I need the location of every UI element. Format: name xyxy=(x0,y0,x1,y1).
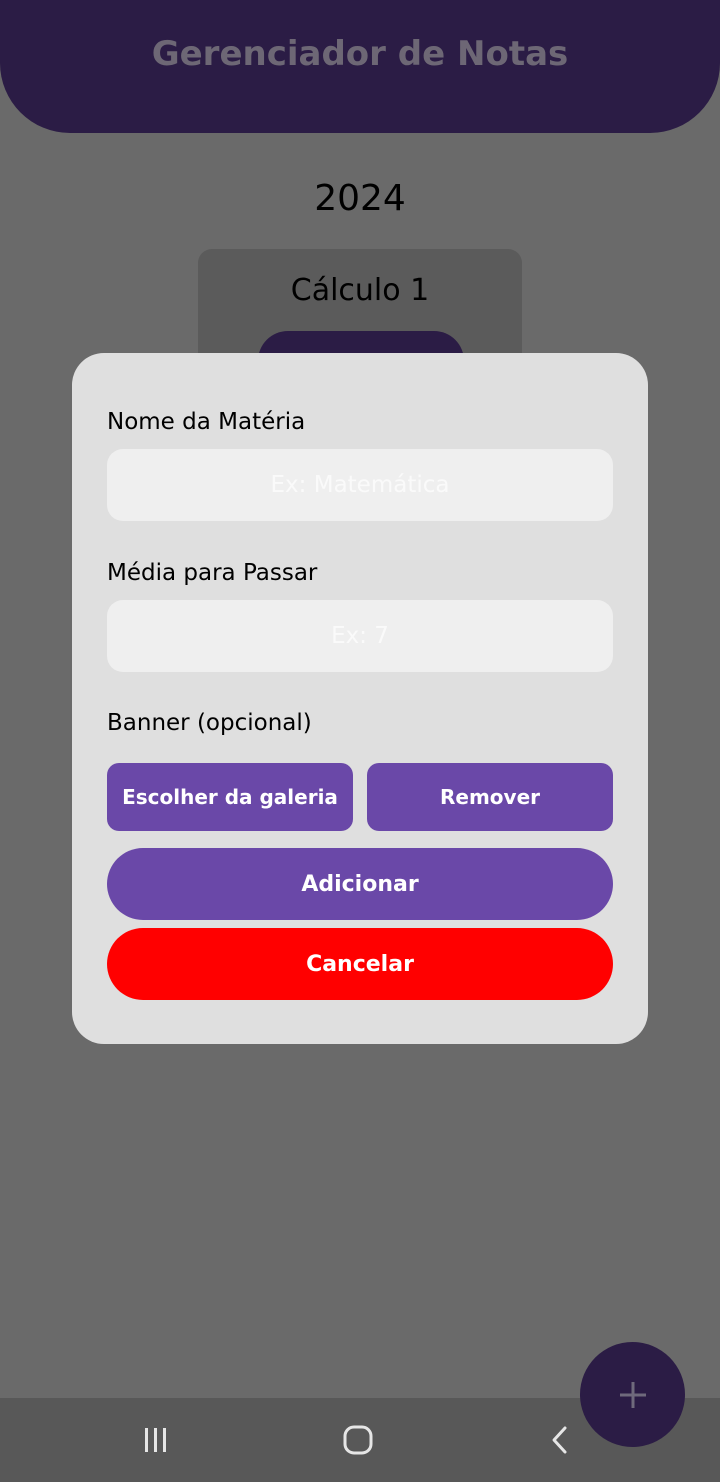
remove-banner-button[interactable]: Remover xyxy=(367,763,613,831)
passing-grade-input[interactable] xyxy=(107,600,613,672)
cancel-button[interactable]: Cancelar xyxy=(107,928,613,1000)
add-fab-button[interactable] xyxy=(580,1342,685,1447)
add-subject-button[interactable]: Adicionar xyxy=(107,848,613,920)
home-icon[interactable] xyxy=(338,1420,378,1460)
subject-name-input[interactable] xyxy=(107,449,613,521)
back-icon[interactable] xyxy=(540,1420,580,1460)
banner-label: Banner (opcional) xyxy=(107,710,312,736)
subject-name-label: Nome da Matéria xyxy=(107,409,306,435)
app-header: Gerenciador de Notas xyxy=(0,0,720,133)
passing-grade-label: Média para Passar xyxy=(107,560,318,586)
plus-icon xyxy=(619,1381,646,1408)
subject-card-title: Cálculo 1 xyxy=(290,273,430,308)
recent-apps-icon[interactable] xyxy=(136,1420,176,1460)
app-title: Gerenciador de Notas xyxy=(151,34,569,74)
year-heading: 2024 xyxy=(314,178,406,219)
add-subject-dialog: Nome da Matéria Média para Passar Banner… xyxy=(72,353,648,1044)
choose-from-gallery-button[interactable]: Escolher da galeria xyxy=(107,763,353,831)
